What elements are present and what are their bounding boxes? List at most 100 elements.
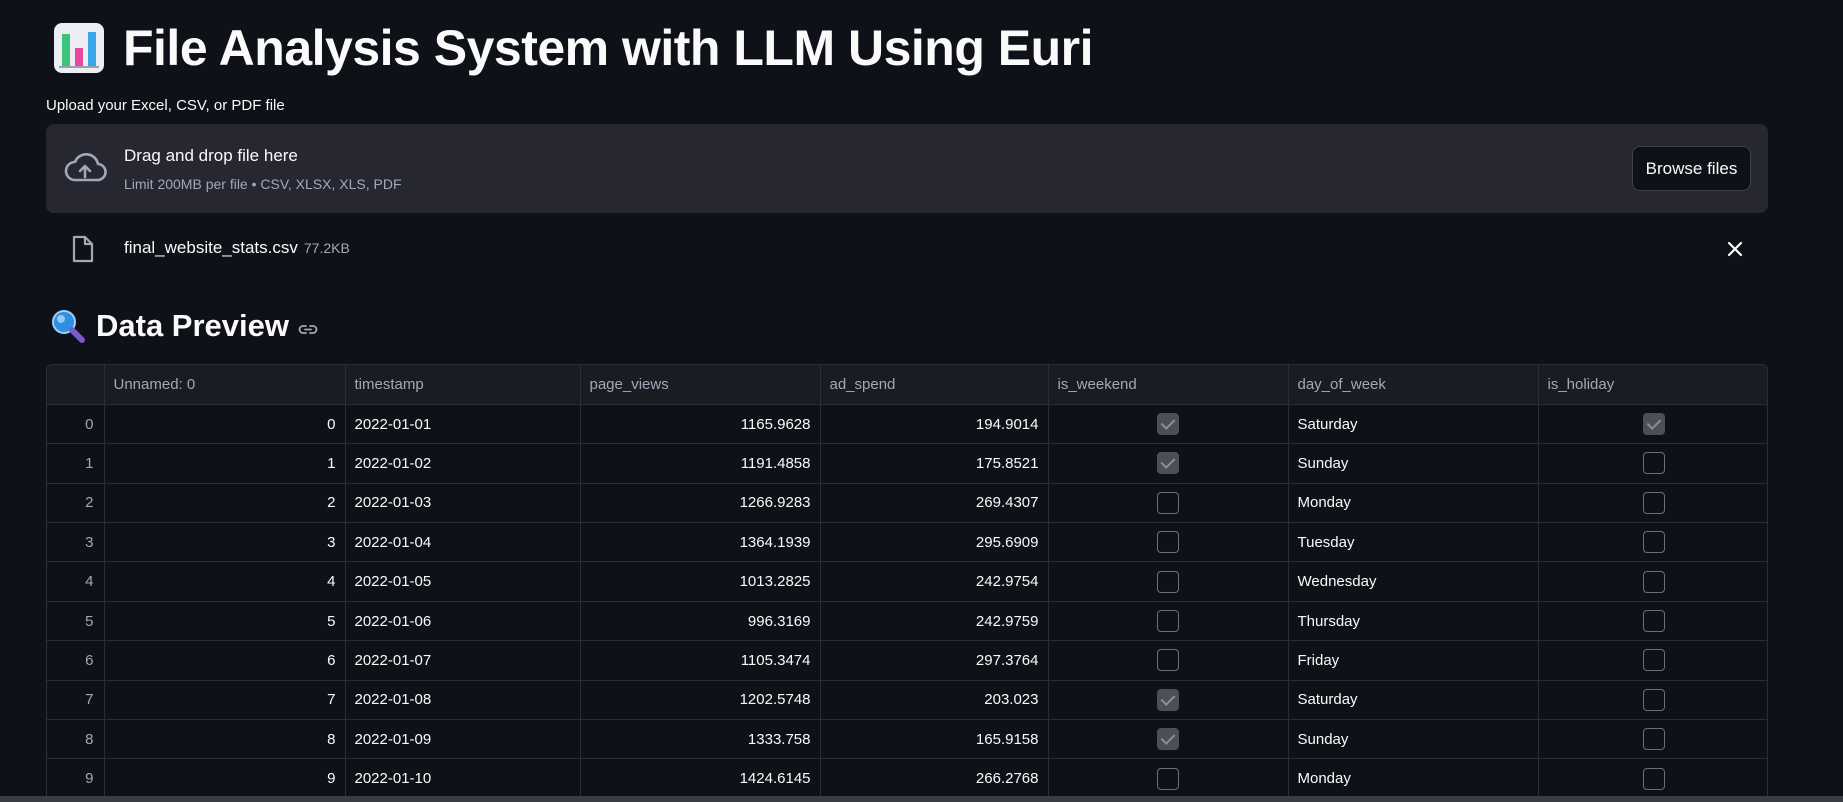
cell-is-weekend[interactable]	[1048, 561, 1289, 602]
cell-timestamp[interactable]: 2022-01-01	[345, 404, 581, 445]
cell-page-views[interactable]: 1333.758	[580, 719, 821, 760]
checkbox[interactable]	[1642, 649, 1665, 672]
column-header[interactable]: is_weekend	[1048, 365, 1289, 405]
cell-is-holiday[interactable]	[1538, 483, 1767, 524]
cell-page-views[interactable]: 1364.1939	[580, 522, 821, 563]
cell-day-of-week[interactable]: Saturday	[1288, 680, 1539, 721]
data-preview-table[interactable]: Unnamed: 0 timestamp page_views ad_spend is_…	[46, 364, 1768, 802]
checkbox[interactable]	[1642, 767, 1665, 790]
cell-unnamed[interactable]: 1	[104, 443, 346, 484]
column-header[interactable]: Unnamed: 0	[104, 365, 346, 405]
cell-page-views[interactable]: 996.3169	[580, 601, 821, 642]
cell-page-views[interactable]: 1191.4858	[580, 443, 821, 484]
checkbox[interactable]	[1642, 610, 1665, 633]
row-index[interactable]: 2	[47, 483, 105, 524]
cell-day-of-week[interactable]: Friday	[1288, 640, 1539, 681]
checkbox[interactable]	[1642, 570, 1665, 593]
row-index[interactable]: 5	[47, 601, 105, 642]
cell-ad-spend[interactable]: 242.9754	[820, 561, 1049, 602]
cell-unnamed[interactable]: 7	[104, 680, 346, 721]
cell-is-holiday[interactable]	[1538, 601, 1767, 642]
checkbox[interactable]	[1157, 570, 1179, 593]
cell-page-views[interactable]: 1165.9628	[580, 404, 821, 445]
cell-day-of-week[interactable]: Monday	[1288, 483, 1539, 524]
cell-unnamed[interactable]: 6	[104, 640, 346, 681]
column-header[interactable]: day_of_week	[1288, 365, 1539, 405]
cell-day-of-week[interactable]: Thursday	[1288, 601, 1539, 642]
cell-unnamed[interactable]: 4	[104, 561, 346, 602]
table-row[interactable]: 7 7 2022-01-08 1202.5748 203.023 Saturday	[47, 680, 1767, 721]
checkbox[interactable]	[1157, 610, 1179, 633]
row-index[interactable]: 1	[47, 443, 105, 484]
cell-timestamp[interactable]: 2022-01-08	[345, 680, 581, 721]
cell-ad-spend[interactable]: 203.023	[820, 680, 1049, 721]
checkbox[interactable]	[1157, 491, 1179, 514]
table-row[interactable]: 4 4 2022-01-05 1013.2825 242.9754 Wednesday	[47, 561, 1767, 602]
cell-timestamp[interactable]: 2022-01-10	[345, 758, 581, 799]
cell-timestamp[interactable]: 2022-01-03	[345, 483, 581, 524]
cell-is-holiday[interactable]	[1538, 680, 1767, 721]
cell-timestamp[interactable]: 2022-01-09	[345, 719, 581, 760]
cell-ad-spend[interactable]: 194.9014	[820, 404, 1049, 445]
cell-is-holiday[interactable]	[1538, 719, 1767, 760]
cell-is-weekend[interactable]	[1048, 680, 1289, 721]
cell-unnamed[interactable]: 9	[104, 758, 346, 799]
cell-day-of-week[interactable]: Sunday	[1288, 719, 1539, 760]
cell-day-of-week[interactable]: Wednesday	[1288, 561, 1539, 602]
browse-files-button[interactable]: Browse files	[1632, 146, 1751, 191]
cell-timestamp[interactable]: 2022-01-05	[345, 561, 581, 602]
checkbox[interactable]	[1642, 491, 1665, 514]
cell-timestamp[interactable]: 2022-01-07	[345, 640, 581, 681]
cell-page-views[interactable]: 1013.2825	[580, 561, 821, 602]
table-row[interactable]: 9 9 2022-01-10 1424.6145 266.2768 Monday	[47, 758, 1767, 799]
cell-ad-spend[interactable]: 175.8521	[820, 443, 1049, 484]
cell-is-weekend[interactable]	[1048, 522, 1289, 563]
cell-page-views[interactable]: 1105.3474	[580, 640, 821, 681]
row-index[interactable]: 6	[47, 640, 105, 681]
cell-timestamp[interactable]: 2022-01-06	[345, 601, 581, 642]
cell-is-weekend[interactable]	[1048, 640, 1289, 681]
column-header[interactable]: is_holiday	[1538, 365, 1767, 405]
row-index[interactable]: 3	[47, 522, 105, 563]
column-header[interactable]: timestamp	[345, 365, 581, 405]
cell-day-of-week[interactable]: Sunday	[1288, 443, 1539, 484]
cell-ad-spend[interactable]: 165.9158	[820, 719, 1049, 760]
table-row[interactable]: 8 8 2022-01-09 1333.758 165.9158 Sunday	[47, 719, 1767, 760]
anchor-link-icon[interactable]	[297, 318, 319, 340]
row-index[interactable]: 4	[47, 561, 105, 602]
cell-is-holiday[interactable]	[1538, 561, 1767, 602]
cell-unnamed[interactable]: 2	[104, 483, 346, 524]
cell-unnamed[interactable]: 8	[104, 719, 346, 760]
table-row[interactable]: 6 6 2022-01-07 1105.3474 297.3764 Friday	[47, 640, 1767, 681]
column-header[interactable]: page_views	[580, 365, 821, 405]
checkbox[interactable]	[1157, 452, 1179, 475]
checkbox[interactable]	[1642, 728, 1665, 751]
row-index[interactable]: 0	[47, 404, 105, 445]
cell-timestamp[interactable]: 2022-01-04	[345, 522, 581, 563]
file-dropzone[interactable]: Drag and drop file here Limit 200MB per …	[46, 124, 1768, 213]
horizontal-scrollbar[interactable]	[0, 796, 1843, 802]
cell-unnamed[interactable]: 3	[104, 522, 346, 563]
cell-day-of-week[interactable]: Monday	[1288, 758, 1539, 799]
checkbox[interactable]	[1642, 531, 1665, 554]
table-row[interactable]: 5 5 2022-01-06 996.3169 242.9759 Thursday	[47, 601, 1767, 642]
row-index[interactable]: 8	[47, 719, 105, 760]
table-row[interactable]: 1 1 2022-01-02 1191.4858 175.8521 Sunday	[47, 443, 1767, 484]
cell-ad-spend[interactable]: 295.6909	[820, 522, 1049, 563]
cell-is-weekend[interactable]	[1048, 483, 1289, 524]
table-row[interactable]: 3 3 2022-01-04 1364.1939 295.6909 Tuesday	[47, 522, 1767, 563]
cell-is-weekend[interactable]	[1048, 758, 1289, 799]
row-index[interactable]: 7	[47, 680, 105, 721]
cell-unnamed[interactable]: 5	[104, 601, 346, 642]
table-row[interactable]: 2 2 2022-01-03 1266.9283 269.4307 Monday	[47, 483, 1767, 524]
table-row[interactable]: 0 0 2022-01-01 1165.9628 194.9014 Saturday	[47, 404, 1767, 445]
cell-page-views[interactable]: 1202.5748	[580, 680, 821, 721]
checkbox[interactable]	[1642, 452, 1665, 475]
cell-day-of-week[interactable]: Tuesday	[1288, 522, 1539, 563]
cell-is-weekend[interactable]	[1048, 601, 1289, 642]
checkbox[interactable]	[1157, 531, 1179, 554]
cell-is-holiday[interactable]	[1538, 640, 1767, 681]
cell-ad-spend[interactable]: 242.9759	[820, 601, 1049, 642]
checkbox[interactable]	[1642, 413, 1665, 436]
checkbox[interactable]	[1157, 728, 1179, 751]
